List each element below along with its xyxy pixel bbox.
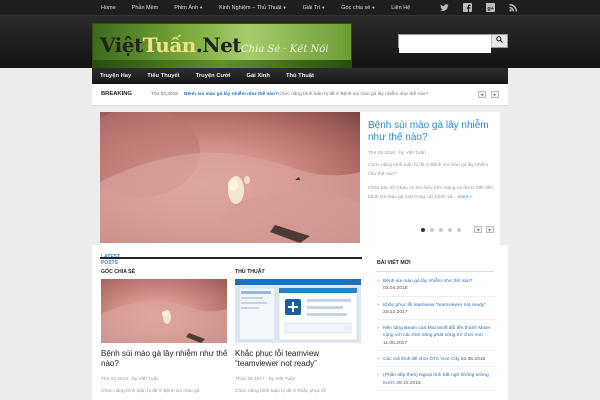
- post-category[interactable]: GÓC CHIA SẺ: [101, 269, 135, 275]
- chevron-down-icon: ▼: [282, 5, 287, 10]
- svg-text:g+: g+: [487, 6, 493, 12]
- top-menu: Home Phần Mềm Phim Ảnh▼ Kinh Nghiệm – Th…: [96, 0, 418, 16]
- latest-posts-label: LATESTPOSTS: [101, 254, 120, 266]
- post-thumbnail[interactable]: [101, 279, 227, 343]
- logo-part-2: Tuấn: [142, 33, 197, 57]
- breaking-prev-button[interactable]: ◂: [478, 91, 486, 98]
- list-item[interactable]: Bệnh sùi mào gà lây nhiễm như thế nào? 0…: [377, 278, 495, 297]
- search-icon: [496, 36, 503, 43]
- recent-post-date: 03.04.2018: [383, 286, 408, 292]
- slider-pagination: [421, 228, 461, 232]
- topnav-movies-label: Phim Ảnh: [174, 5, 199, 11]
- topnav-software[interactable]: Phần Mềm: [124, 0, 167, 16]
- slider-dot[interactable]: [430, 228, 434, 232]
- recent-post-link[interactable]: Bệnh sùi mào gà lây nhiễm như thế nào?: [383, 279, 472, 284]
- featured-title[interactable]: Bệnh sùi mào gà lây nhiễm như thế nào?: [368, 120, 496, 144]
- featured-body: Bệnh sùi mào gà lây nhiễm như thế nào? T…: [368, 120, 496, 202]
- recent-post-link[interactable]: Các mã lệnh để chơi GTA Vice City: [383, 357, 459, 362]
- category-navigation: Truyện Hay Tiểu Thuyết Truyện Cười Gái X…: [92, 68, 508, 84]
- topnav-sharing[interactable]: Góc chia sẻ▼: [333, 0, 383, 16]
- recent-post-date: 03.05.2016: [460, 357, 486, 363]
- topnav-movies[interactable]: Phim Ảnh▼: [166, 0, 211, 16]
- list-item[interactable]: (Phần tiếp theo) Ngoại tình bất ngờ khôn…: [377, 372, 495, 391]
- post-excerpt: Chức năng bình luận bị tắt ở Khắc phục l…: [235, 389, 327, 394]
- cat-good-stories[interactable]: Truyện Hay: [92, 68, 139, 84]
- social-links: g+: [440, 3, 518, 12]
- logo-part-1: Việt: [100, 33, 143, 57]
- chevron-down-icon: ▼: [199, 5, 204, 10]
- post-title[interactable]: Bệnh sùi mào gà lây nhiễm như thế nào?: [101, 349, 229, 369]
- logo-tagline: Chia Sẻ · Kết Nối: [241, 44, 329, 55]
- top-navigation-bar: Home Phần Mềm Phim Ảnh▼ Kinh Nghiệm – Th…: [0, 0, 600, 16]
- recent-posts-title: BÀI VIẾT MỚI: [377, 260, 411, 266]
- topnav-contact[interactable]: Liên Hệ: [383, 0, 418, 16]
- topnav-entertainment[interactable]: Giải Trí▼: [295, 0, 334, 16]
- featured-excerpt: Chào bác sĩ! Cháu có tìm hiểu trên mạng …: [368, 184, 496, 202]
- breaking-next-button[interactable]: ▸: [491, 91, 499, 98]
- recent-post-date: 28.10.2015: [396, 380, 421, 386]
- chevron-down-icon: ▼: [321, 5, 326, 10]
- cat-funny-stories[interactable]: Truyện Cười: [188, 68, 239, 84]
- topnav-sharing-label: Góc chia sẻ: [341, 5, 371, 11]
- recent-post-date: 25.12.2017: [383, 309, 408, 315]
- breaking-news-bar: BREAKING Th4 03,2018 Bệnh sùi mào gà lây…: [92, 84, 508, 106]
- latest-label-line-2: POSTS: [101, 260, 118, 266]
- post-meta: Th12 25,2017 · by Viết Tuấn: [235, 377, 296, 382]
- cat-novels[interactable]: Tiểu Thuyết: [139, 68, 187, 84]
- slider-prev-button[interactable]: ◂: [474, 226, 482, 233]
- topnav-entertainment-label: Giải Trí: [302, 5, 321, 11]
- site-logo[interactable]: ViệtTuấn.Net Chia Sẻ · Kết Nối: [92, 23, 352, 69]
- logo-part-3: .Net: [195, 33, 242, 57]
- cat-tips[interactable]: Thủ Thuật: [278, 68, 322, 84]
- chevron-down-icon: ▼: [371, 5, 376, 10]
- widget-divider: [376, 271, 494, 272]
- slider-dot[interactable]: [457, 228, 461, 232]
- post-title[interactable]: Khắc phục lỗi teamview “teamviewer not r…: [235, 349, 363, 369]
- topnav-tips-label: Kinh Nghiệm – Thủ Thuật: [219, 5, 282, 11]
- section-divider: [100, 257, 362, 259]
- topnav-tips[interactable]: Kinh Nghiệm – Thủ Thuật▼: [211, 0, 294, 16]
- breaking-headline-link[interactable]: Bệnh sùi mào gà lây nhiễm như thế nào?: [184, 92, 278, 97]
- list-item[interactable]: Các mã lệnh để chơi GTA Vice City 03.05.…: [377, 356, 495, 368]
- search-box: [398, 34, 508, 53]
- featured-slider: Bệnh sùi mào gà lây nhiễm như thế nào? T…: [100, 112, 500, 245]
- facebook-icon[interactable]: [463, 3, 472, 12]
- search-input[interactable]: [399, 41, 491, 53]
- post-category[interactable]: THỦ THUẬT: [235, 269, 265, 275]
- search-button[interactable]: [491, 35, 507, 47]
- list-item[interactable]: Nền tảng Beam của Microsoft đổi tên thàn…: [377, 325, 495, 352]
- cat-pretty-girls[interactable]: Gái Xinh: [238, 68, 278, 84]
- list-item[interactable]: Khắc phục lỗi teamview “teamviewer not r…: [377, 302, 495, 321]
- slider-next-button[interactable]: ▸: [486, 226, 494, 233]
- post-meta: Th4 03,2018 · by Viết Tuấn: [101, 377, 159, 382]
- recent-posts-widget: BÀI VIẾT MỚI Bệnh sùi mào gà lây nhiễm n…: [370, 250, 500, 400]
- post-thumbnail[interactable]: [235, 279, 361, 343]
- slider-dot[interactable]: [439, 228, 443, 232]
- featured-excerpt-text: Chào bác sĩ! Cháu có tìm hiểu trên mạng …: [368, 186, 494, 200]
- slider-dot[interactable]: [448, 228, 452, 232]
- topnav-home[interactable]: Home: [96, 0, 124, 16]
- recent-post-date: 11.06.2017: [383, 340, 408, 346]
- featured-meta: Th4 03,2018 · by Viết Tuấn: [368, 151, 426, 156]
- google-plus-icon[interactable]: g+: [486, 3, 495, 12]
- post-excerpt: Chức năng bình luận bị tắt ở Bệnh sùi mà…: [101, 389, 200, 394]
- read-more-link[interactable]: more »: [458, 195, 473, 200]
- rss-icon[interactable]: [509, 3, 518, 12]
- recent-post-link[interactable]: Nền tảng Beam của Microsoft đổi tên thàn…: [383, 326, 490, 338]
- featured-comments-note: Chức năng bình luận bị tắt ở Bệnh sùi mà…: [368, 163, 489, 177]
- breaking-label: BREAKING: [101, 91, 132, 97]
- logo-text: ViệtTuấn.Net: [100, 33, 242, 57]
- recent-posts-list: Bệnh sùi mào gà lây nhiễm như thế nào? 0…: [377, 278, 495, 396]
- breaking-date: Th4 03,2018: [151, 92, 178, 97]
- slider-dot[interactable]: [421, 228, 425, 232]
- recent-post-link[interactable]: Khắc phục lỗi teamview “teamviewer not r…: [383, 303, 486, 308]
- twitter-icon[interactable]: [440, 3, 449, 12]
- logo-strip: [93, 60, 351, 68]
- featured-image[interactable]: [100, 112, 360, 243]
- breaking-excerpt: Chức năng bình luận bị tắt ở Bệnh sùi mà…: [278, 92, 429, 97]
